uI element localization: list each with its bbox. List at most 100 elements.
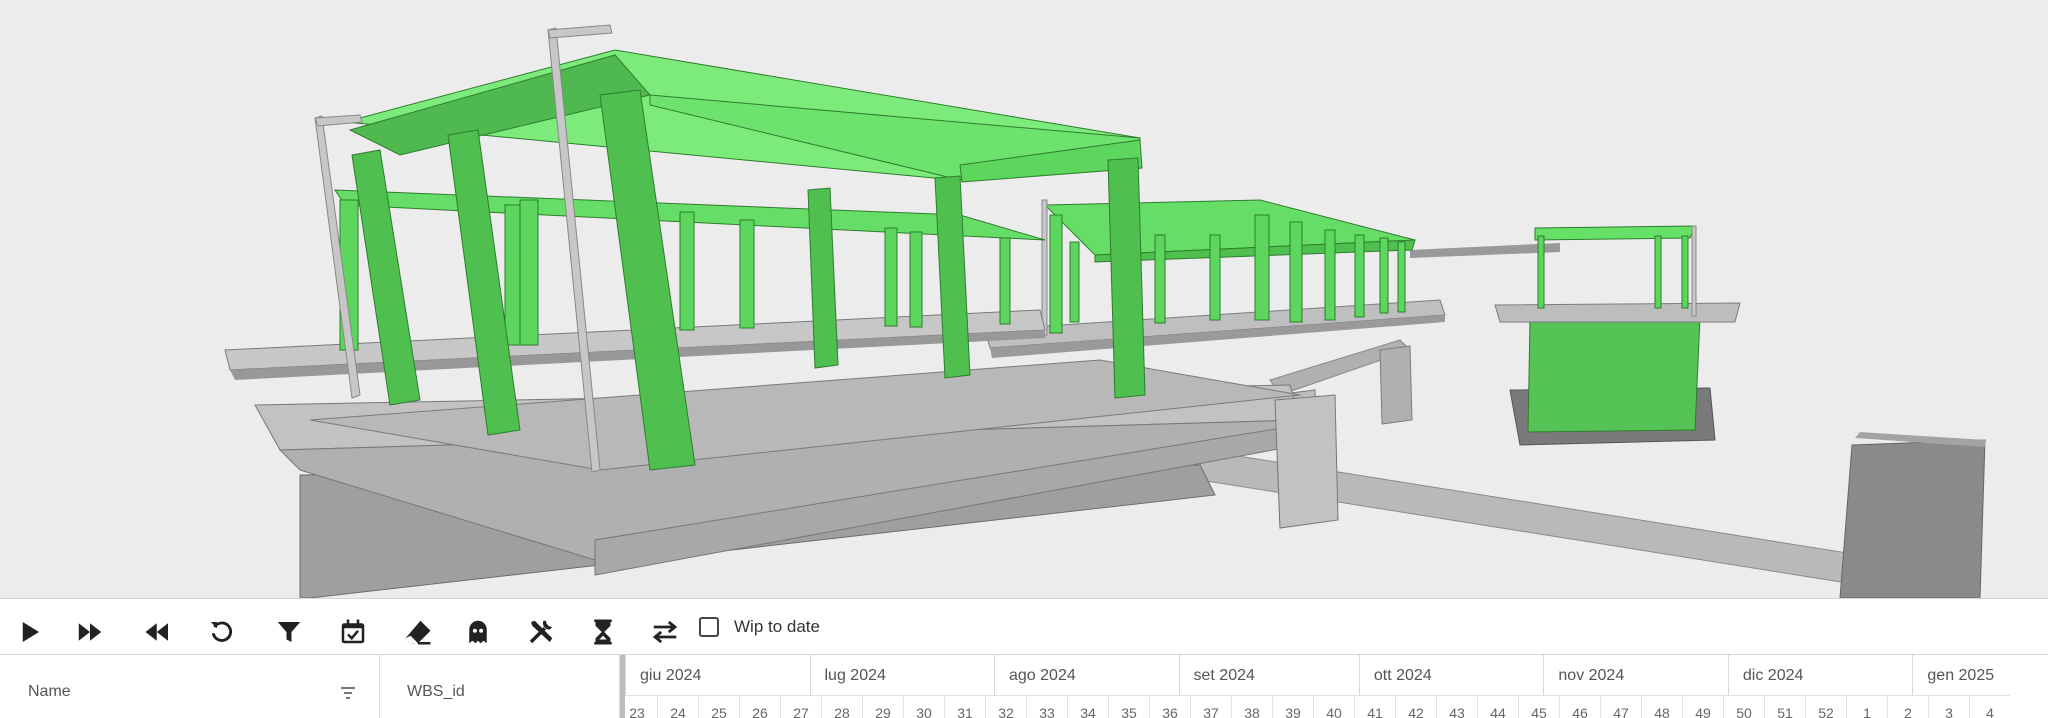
reset-button[interactable] (202, 612, 242, 652)
rewind-icon (145, 623, 168, 641)
week-cell: 23 (625, 695, 657, 718)
ghost-button[interactable] (458, 612, 498, 652)
column-header-wbs[interactable]: WBS_id (380, 655, 620, 718)
week-label: 43 (1449, 705, 1465, 718)
week-cell: 36 (1149, 695, 1190, 718)
week-label: 48 (1654, 705, 1670, 718)
month-label: nov 2024 (1558, 667, 1625, 684)
week-label: 30 (916, 705, 932, 718)
week-label: 36 (1162, 705, 1178, 718)
gantt-timeline-header: 23 24 25 26 27 28 29 30 31 32 33 34 35 36 37 38 39 40 41 42… (625, 655, 2048, 718)
week-cell: 1 (1846, 695, 1887, 718)
month-label: ago 2024 (1009, 667, 1076, 684)
wip-to-date-label: Wip to date (734, 617, 820, 636)
week-cell: 48 (1641, 695, 1682, 718)
hourglass-button[interactable] (583, 612, 623, 652)
column-header-name-label: Name (28, 683, 71, 700)
filter-icon (277, 622, 301, 642)
column-header-wbs-label: WBS_id (407, 683, 465, 700)
week-cell: 32 (985, 695, 1026, 718)
fast-forward-button[interactable] (70, 612, 110, 652)
month-cell: ott 2024 (1358, 655, 1544, 695)
week-cell: 37 (1190, 695, 1231, 718)
month-label: set 2024 (1193, 667, 1255, 684)
building-model (224, 24, 1986, 598)
month-label: giu 2024 (640, 667, 702, 684)
week-label: 41 (1367, 705, 1383, 718)
week-cell: 28 (821, 695, 862, 718)
week-cell: 46 (1559, 695, 1600, 718)
week-cell: 50 (1723, 695, 1764, 718)
week-cell: 26 (739, 695, 780, 718)
week-cell: 52 (1805, 695, 1846, 718)
month-cell: dic 2024 (1727, 655, 1913, 695)
week-cell: 43 (1436, 695, 1477, 718)
week-label: 27 (793, 705, 809, 718)
week-label: 2 (1904, 705, 1912, 718)
week-label: 52 (1818, 705, 1834, 718)
week-cell: 47 (1600, 695, 1641, 718)
month-cell: gen 2025 (1912, 655, 2048, 695)
week-label: 51 (1777, 705, 1793, 718)
week-cell: 3 (1928, 695, 1969, 718)
month-cell: lug 2024 (809, 655, 995, 695)
week-cell: 2 (1887, 695, 1928, 718)
column-header-name[interactable]: Name (0, 655, 380, 718)
week-cell: 49 (1682, 695, 1723, 718)
week-label: 42 (1408, 705, 1424, 718)
week-cell: 29 (862, 695, 903, 718)
play-button[interactable] (9, 612, 49, 652)
week-label: 28 (834, 705, 850, 718)
week-label: 34 (1080, 705, 1096, 718)
week-label: 46 (1572, 705, 1588, 718)
tools-button[interactable] (521, 612, 561, 652)
week-label: 39 (1285, 705, 1301, 718)
week-label: 4 (1986, 705, 1994, 718)
fast-forward-icon (78, 623, 102, 641)
eraser-button[interactable] (398, 612, 438, 652)
week-label: 25 (711, 705, 727, 718)
filter-button[interactable] (269, 612, 309, 652)
week-label: 45 (1531, 705, 1547, 718)
wip-to-date-checkbox[interactable] (699, 617, 719, 637)
swap-icon (652, 620, 678, 644)
ghost-icon (469, 620, 487, 644)
month-cell: nov 2024 (1543, 655, 1728, 695)
3d-model-viewport[interactable] (0, 0, 2048, 598)
hourglass-icon (594, 619, 612, 645)
week-cell: 31 (944, 695, 985, 718)
week-cell: 24 (657, 695, 698, 718)
week-label: 23 (629, 705, 645, 718)
week-label: 3 (1945, 705, 1953, 718)
week-cell: 51 (1764, 695, 1805, 718)
week-cell: 44 (1477, 695, 1518, 718)
calendar-button[interactable] (333, 612, 373, 652)
month-cell: ago 2024 (994, 655, 1179, 695)
week-cell: 33 (1026, 695, 1067, 718)
week-label: 32 (998, 705, 1014, 718)
week-cell: 30 (903, 695, 944, 718)
week-cell: 38 (1231, 695, 1272, 718)
week-label: 1 (1863, 705, 1871, 718)
week-cell: 34 (1067, 695, 1108, 718)
week-label: 26 (752, 705, 768, 718)
week-label: 33 (1039, 705, 1055, 718)
week-cell: 40 (1313, 695, 1354, 718)
month-label: gen 2025 (1927, 667, 1995, 684)
month-cell: giu 2024 (625, 655, 810, 695)
week-label: 38 (1244, 705, 1260, 718)
week-label: 24 (670, 705, 686, 718)
month-label: dic 2024 (1742, 667, 1804, 684)
week-cell: 35 (1108, 695, 1149, 718)
week-cell: 39 (1272, 695, 1313, 718)
play-icon (22, 622, 39, 642)
week-label: 50 (1736, 705, 1752, 718)
swap-button[interactable] (645, 612, 685, 652)
week-cell: 42 (1395, 695, 1436, 718)
month-label: ott 2024 (1373, 667, 1432, 684)
rewind-button[interactable] (138, 612, 178, 652)
eraser-icon (405, 620, 431, 645)
filter-list-icon[interactable] (340, 686, 356, 700)
week-cell: 25 (698, 695, 739, 718)
month-cell: set 2024 (1178, 655, 1359, 695)
